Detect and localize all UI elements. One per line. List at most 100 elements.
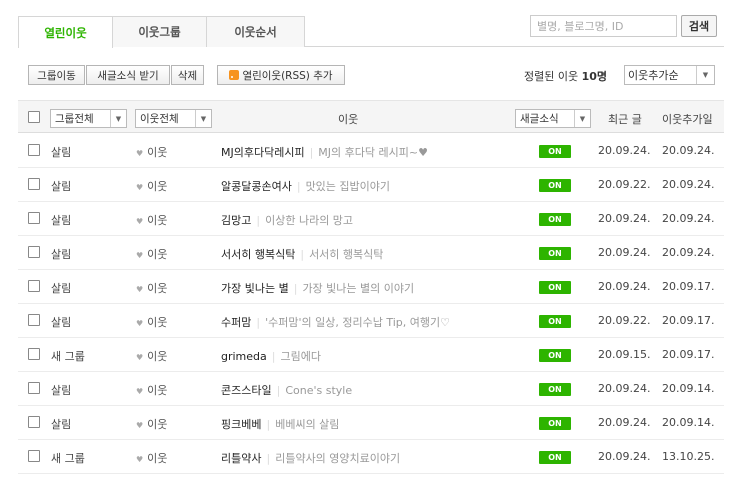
- table-row: 살림 ♥ 이웃 수퍼맘 | '수퍼맘'의 일상, 정리수납 Tip, 여행기♡ ON …: [18, 304, 724, 338]
- row-neighbor: 콘즈스타일 | Cone's style: [221, 382, 352, 398]
- blog-title-link[interactable]: 리틀약사의 영양치료이야기: [275, 452, 400, 465]
- group-filter-select[interactable]: 그룹전체 ▼: [50, 109, 127, 128]
- chevron-down-icon: ▼: [696, 66, 714, 84]
- recent-post-date: 20.09.24.: [598, 382, 651, 395]
- chevron-down-icon: ▼: [574, 110, 590, 127]
- neighbor-name-link[interactable]: MJ의후다닥레시피: [221, 146, 305, 159]
- rss-icon: [229, 70, 240, 80]
- neighbor-name-link[interactable]: 알콩달콩손여사: [221, 180, 292, 193]
- move-group-button[interactable]: 그룹이동: [28, 65, 85, 85]
- news-on-toggle[interactable]: ON: [539, 281, 571, 294]
- receive-news-button[interactable]: 새글소식 받기: [86, 65, 170, 85]
- news-on-toggle[interactable]: ON: [539, 417, 571, 430]
- neighbor-name-link[interactable]: 콘즈스타일: [221, 384, 272, 397]
- row-relation-label: 이웃: [147, 452, 168, 465]
- recent-post-column-header: 최근 글: [608, 113, 642, 126]
- news-on-toggle[interactable]: ON: [539, 451, 571, 464]
- news-on-toggle[interactable]: ON: [539, 213, 571, 226]
- heart-icon: ♥: [136, 251, 144, 260]
- row-checkbox[interactable]: [28, 280, 40, 292]
- row-neighbor: 핑크베베 | 베베씨의 살림: [221, 416, 339, 432]
- row-neighbor: 수퍼맘 | '수퍼맘'의 일상, 정리수납 Tip, 여행기♡: [221, 314, 450, 330]
- row-checkbox[interactable]: [28, 382, 40, 394]
- search-input[interactable]: [530, 15, 677, 37]
- heart-icon: ♥: [136, 217, 144, 226]
- heart-icon: ♥: [136, 387, 144, 396]
- row-relation-label: 이웃: [147, 248, 168, 261]
- blog-title-link[interactable]: '수퍼맘'의 일상, 정리수납 Tip, 여행기♡: [265, 316, 450, 329]
- row-relation-label: 이웃: [147, 180, 168, 193]
- neighbor-name-link[interactable]: grimeda: [221, 350, 267, 363]
- news-on-toggle[interactable]: ON: [539, 179, 571, 192]
- separator: |: [293, 282, 298, 295]
- row-group: 새 그룹: [51, 350, 85, 363]
- separator: |: [300, 248, 305, 261]
- news-on-toggle[interactable]: ON: [539, 383, 571, 396]
- search-button[interactable]: 검색: [681, 15, 717, 37]
- recent-post-date: 20.09.22.: [598, 178, 651, 191]
- row-checkbox[interactable]: [28, 314, 40, 326]
- select-all-checkbox[interactable]: [28, 111, 40, 123]
- separator: |: [276, 384, 281, 397]
- recent-post-date: 20.09.24.: [598, 246, 651, 259]
- row-neighbor: 가장 빛나는 별 | 가장 빛나는 별의 이야기: [221, 280, 414, 296]
- row-checkbox[interactable]: [28, 348, 40, 360]
- blog-title-link[interactable]: 베베씨의 살림: [275, 418, 339, 431]
- row-relation-label: 이웃: [147, 418, 168, 431]
- heart-icon: ♥: [136, 455, 144, 464]
- separator: |: [266, 418, 271, 431]
- recent-post-date: 20.09.24.: [598, 450, 651, 463]
- table-row: 새 그룹 ♥ 이웃 grimeda | 그림에다 ON 20.09.15. 20.09…: [18, 338, 724, 372]
- row-relation-label: 이웃: [147, 350, 168, 363]
- table-row: 살림 ♥ 이웃 가장 빛나는 별 | 가장 빛나는 별의 이야기 ON 20.09.2…: [18, 270, 724, 304]
- blog-title-link[interactable]: 가장 빛나는 별의 이야기: [302, 282, 414, 295]
- sort-select-value: 이웃추가순: [628, 69, 679, 82]
- blog-title-link[interactable]: 맛있는 집밥이야기: [306, 180, 390, 193]
- row-neighbor: grimeda | 그림에다: [221, 348, 321, 364]
- blog-title-link[interactable]: Cone's style: [285, 384, 352, 397]
- row-relation: ♥ 이웃: [136, 314, 167, 330]
- added-date: 13.10.25.: [662, 450, 715, 463]
- blog-title-link[interactable]: MJ의 후다닥 레시피~♥: [318, 146, 428, 159]
- row-group: 살림: [51, 316, 72, 329]
- blog-title-link[interactable]: 이상한 나라의 망고: [265, 214, 353, 227]
- delete-button[interactable]: 삭제: [171, 65, 204, 85]
- row-checkbox[interactable]: [28, 212, 40, 224]
- neighbor-name-link[interactable]: 핑크베베: [221, 418, 261, 431]
- neighbor-name-link[interactable]: 수퍼맘: [221, 316, 251, 329]
- tab-neighbor-groups[interactable]: 이웃그룹: [112, 16, 207, 47]
- row-relation-label: 이웃: [147, 384, 168, 397]
- table-row: 살림 ♥ 이웃 콘즈스타일 | Cone's style ON 20.09.24. 2…: [18, 372, 724, 406]
- row-checkbox[interactable]: [28, 246, 40, 258]
- neighbor-name-link[interactable]: 김망고: [221, 214, 251, 227]
- sort-select[interactable]: 이웃추가순 ▼: [624, 65, 715, 85]
- blog-title-link[interactable]: 그림에다: [281, 350, 321, 363]
- table-row: 살림 ♥ 이웃 MJ의후다닥레시피 | MJ의 후다닥 레시피~♥ ON 20.09.…: [18, 134, 724, 168]
- neighbor-column-header: 이웃: [338, 113, 359, 126]
- row-checkbox[interactable]: [28, 178, 40, 190]
- news-on-toggle[interactable]: ON: [539, 145, 571, 158]
- row-relation-label: 이웃: [147, 316, 168, 329]
- neighbor-name-link[interactable]: 서서히 행복식탁: [221, 248, 295, 261]
- news-on-toggle[interactable]: ON: [539, 315, 571, 328]
- row-group: 살림: [51, 384, 72, 397]
- add-rss-button[interactable]: 열린이웃(RSS) 추가: [217, 65, 345, 85]
- added-date: 20.09.17.: [662, 280, 715, 293]
- news-filter-select[interactable]: 새글소식 ▼: [515, 109, 591, 128]
- row-checkbox[interactable]: [28, 450, 40, 462]
- tab-neighbor-order[interactable]: 이웃순서: [206, 16, 305, 47]
- neighbor-name-link[interactable]: 리틀약사: [221, 452, 261, 465]
- blog-title-link[interactable]: 서서히 행복식탁: [309, 248, 383, 261]
- row-neighbor: MJ의후다닥레시피 | MJ의 후다닥 레시피~♥: [221, 144, 428, 160]
- row-relation-label: 이웃: [147, 146, 168, 159]
- tab-open-neighbors[interactable]: 열린이웃: [18, 16, 113, 48]
- news-on-toggle[interactable]: ON: [539, 247, 571, 260]
- row-checkbox[interactable]: [28, 416, 40, 428]
- relation-filter-select[interactable]: 이웃전체 ▼: [135, 109, 212, 128]
- neighbor-name-link[interactable]: 가장 빛나는 별: [221, 282, 289, 295]
- row-group: 새 그룹: [51, 452, 85, 465]
- news-on-toggle[interactable]: ON: [539, 349, 571, 362]
- row-relation-label: 이웃: [147, 214, 168, 227]
- separator: |: [266, 452, 271, 465]
- row-checkbox[interactable]: [28, 144, 40, 156]
